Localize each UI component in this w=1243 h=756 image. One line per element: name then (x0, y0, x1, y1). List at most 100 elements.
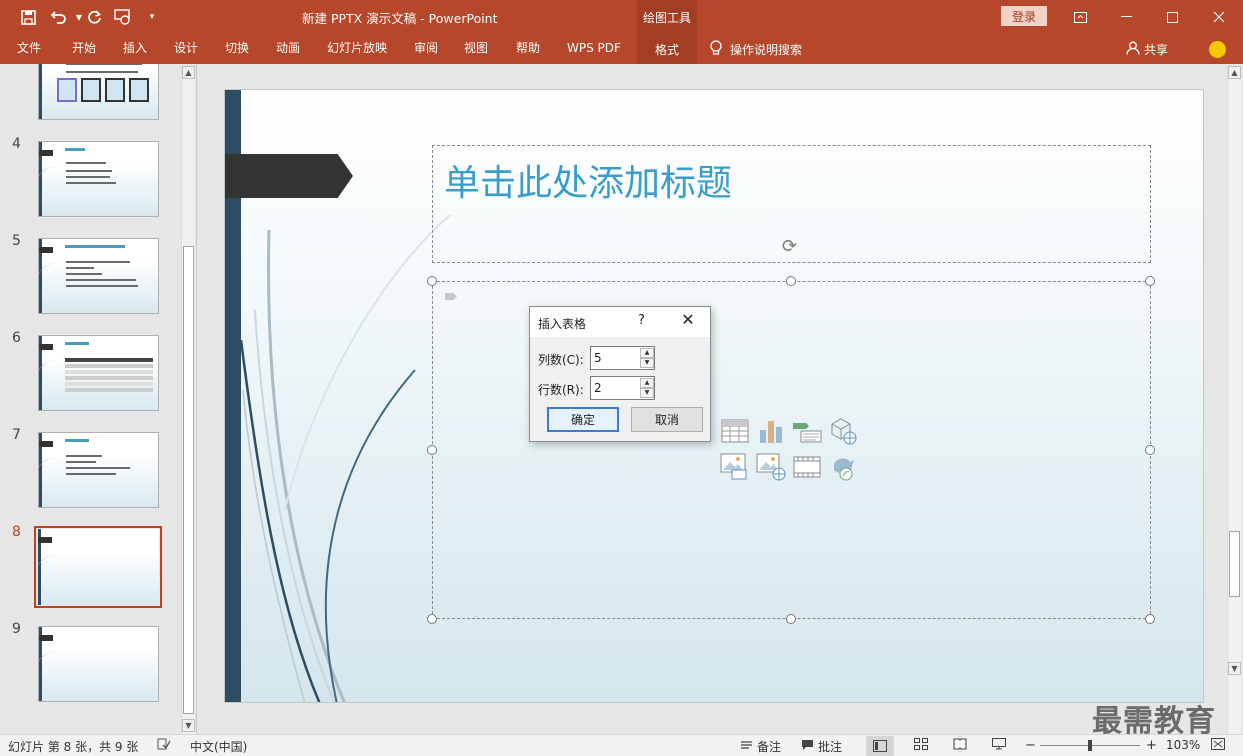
thumbnail-scrollbar[interactable]: ▲ ▼ (181, 66, 195, 734)
slide-thumbnail-9[interactable] (38, 626, 159, 702)
reading-view-icon[interactable] (953, 738, 967, 750)
slide-thumbnail-8[interactable] (38, 529, 159, 605)
help-icon[interactable]: ? (638, 313, 645, 328)
chart-icon[interactable] (756, 416, 786, 446)
resize-handle[interactable] (427, 445, 437, 455)
ribbon-display-options-icon[interactable] (1057, 0, 1103, 34)
dialog-title-bar[interactable]: 插入表格 ? ✕ (530, 307, 710, 337)
dialog-close-icon[interactable]: ✕ (678, 311, 698, 331)
start-from-beginning-icon[interactable] (111, 5, 135, 29)
normal-view-icon[interactable] (866, 736, 894, 756)
tab-slideshow[interactable]: 幻灯片放映 (327, 34, 387, 64)
thumb-curve (39, 166, 81, 216)
resize-handle[interactable] (427, 614, 437, 624)
scroll-down-icon[interactable]: ▼ (182, 719, 195, 732)
comments-button[interactable]: 批注 (801, 738, 842, 755)
slideshow-view-icon[interactable] (992, 738, 1006, 750)
thumb-curve (39, 457, 81, 507)
notes-icon (740, 740, 753, 754)
columns-stepper[interactable]: 5 ▲ ▼ (590, 346, 655, 370)
login-button[interactable]: 登录 (1001, 6, 1047, 26)
tab-wps-pdf[interactable]: WPS PDF (567, 34, 621, 64)
cancel-button[interactable]: 取消 (631, 407, 703, 432)
tab-format[interactable]: 格式 (637, 34, 697, 64)
tab-file[interactable]: 文件 (17, 34, 41, 64)
zoom-level[interactable]: 103% (1166, 738, 1200, 752)
language-indicator[interactable]: 中文(中国) (190, 738, 247, 755)
slide-thumbnail-6[interactable] (38, 335, 159, 411)
thumb-arrow (39, 344, 53, 350)
zoom-out-icon[interactable]: − (1025, 738, 1036, 753)
feedback-smiley-icon[interactable] (1209, 41, 1226, 58)
slide-thumbnail-4[interactable] (38, 141, 159, 217)
spelling-check-icon[interactable] (157, 738, 171, 750)
thumb-arrow (39, 441, 53, 447)
thumb-curve (39, 651, 81, 701)
tell-me-label: 操作说明搜索 (730, 42, 803, 57)
scrollbar-thumb[interactable] (183, 246, 194, 714)
save-icon[interactable] (16, 5, 40, 29)
tab-help[interactable]: 帮助 (516, 34, 540, 64)
minimize-icon[interactable] (1103, 0, 1149, 34)
resize-handle[interactable] (1145, 445, 1155, 455)
spin-down-icon[interactable]: ▼ (640, 388, 654, 398)
scroll-up-icon[interactable]: ▲ (182, 66, 195, 79)
smartart-icon[interactable] (792, 416, 822, 446)
scrollbar-thumb[interactable] (1229, 531, 1240, 597)
scroll-up-icon[interactable]: ▲ (1228, 66, 1241, 79)
maximize-icon[interactable] (1149, 0, 1195, 34)
slide-thumbnail-7[interactable] (38, 432, 159, 508)
columns-label: 列数(C): (538, 353, 584, 367)
resize-handle[interactable] (1145, 276, 1155, 286)
tab-view[interactable]: 视图 (464, 34, 488, 64)
rows-label: 行数(R): (538, 383, 584, 397)
resize-handle[interactable] (786, 276, 796, 286)
online-picture-icon[interactable] (756, 452, 786, 482)
slide-scrollbar[interactable]: ▲ ▼ (1227, 66, 1241, 734)
redo-icon[interactable] (82, 5, 106, 29)
customize-qat-icon[interactable]: ▾ (140, 5, 164, 29)
tab-transitions[interactable]: 切换 (225, 34, 249, 64)
slide-number: 4 (12, 136, 21, 152)
slide-canvas[interactable]: 单击此处添加标题 ⟳ (224, 89, 1204, 703)
notes-label: 备注 (757, 740, 782, 754)
rotate-handle-icon[interactable]: ⟳ (782, 236, 797, 257)
tab-insert[interactable]: 插入 (123, 34, 147, 64)
slide-thumbnail-3[interactable] (38, 64, 159, 120)
share-button[interactable]: 共享 (1126, 34, 1168, 64)
zoom-slider-knob[interactable] (1088, 740, 1092, 751)
icons-icon[interactable] (828, 452, 858, 482)
slide-info: 幻灯片 第 8 张，共 9 张 (8, 740, 139, 754)
comment-icon (801, 739, 814, 754)
thumb-arrow (39, 247, 53, 253)
tab-animations[interactable]: 动画 (276, 34, 300, 64)
3d-model-icon[interactable] (828, 416, 858, 446)
table-icon[interactable] (720, 416, 750, 446)
tab-design[interactable]: 设计 (174, 34, 198, 64)
rows-stepper[interactable]: 2 ▲ ▼ (590, 376, 655, 400)
tell-me-search[interactable]: 操作说明搜索 (710, 34, 802, 64)
scroll-down-icon[interactable]: ▼ (1228, 662, 1241, 675)
thumb-left-bar (39, 64, 42, 119)
slide-sorter-icon[interactable] (914, 738, 928, 750)
picture-icon[interactable] (720, 452, 750, 482)
thumb-title (65, 439, 89, 442)
slide-thumbnail-5[interactable] (38, 238, 159, 314)
tab-review[interactable]: 审阅 (414, 34, 438, 64)
ok-button[interactable]: 确定 (547, 407, 619, 432)
zoom-in-icon[interactable]: + (1146, 738, 1157, 753)
spin-up-icon[interactable]: ▲ (640, 348, 654, 358)
rows-input[interactable]: 2 (594, 381, 602, 395)
resize-handle[interactable] (1145, 614, 1155, 624)
resize-handle[interactable] (427, 276, 437, 286)
resize-handle[interactable] (786, 614, 796, 624)
tab-home[interactable]: 开始 (72, 34, 96, 64)
columns-input[interactable]: 5 (594, 351, 602, 365)
spin-down-icon[interactable]: ▼ (640, 358, 654, 368)
spin-up-icon[interactable]: ▲ (640, 378, 654, 388)
close-icon[interactable] (1196, 0, 1242, 34)
thumb-picture (129, 78, 149, 102)
fit-to-window-icon[interactable] (1211, 738, 1225, 750)
video-icon[interactable] (792, 452, 822, 482)
notes-button[interactable]: 备注 (740, 738, 781, 755)
